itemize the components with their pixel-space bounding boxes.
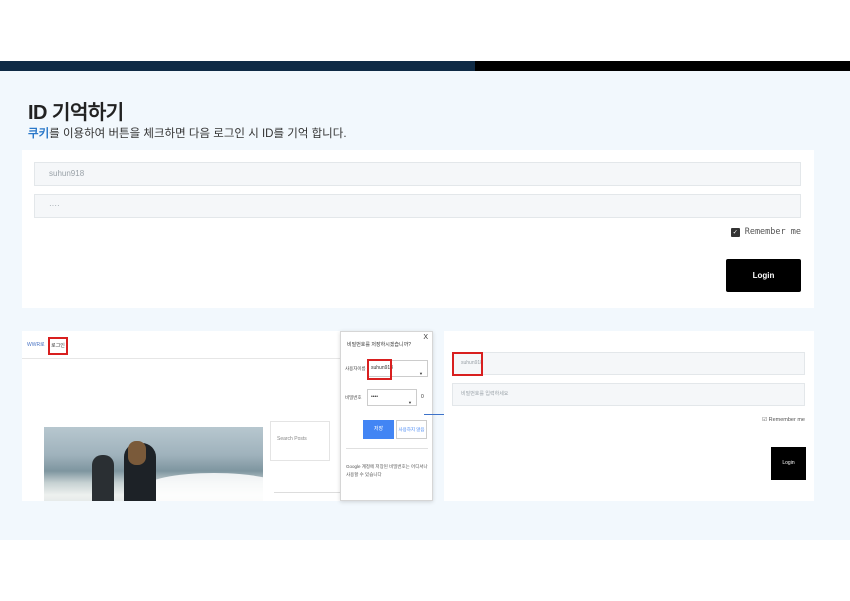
login-form-panel: suhun918 ···· ✓ Remember me Login — [22, 150, 814, 308]
red-highlight-box — [367, 359, 392, 380]
search-posts-box[interactable]: Search Posts — [270, 421, 330, 461]
login-button[interactable]: Login — [771, 447, 806, 480]
remember-me-control[interactable]: ☑ Remember me — [762, 417, 805, 423]
close-icon[interactable]: X — [423, 334, 428, 341]
hair-shape — [128, 441, 146, 465]
caret-down-icon: ▼ — [408, 400, 412, 405]
popup-password-select[interactable]: •••• ▼ — [367, 389, 417, 406]
popup-password-value: •••• — [371, 394, 379, 400]
red-highlight-box — [452, 352, 483, 376]
page-subtitle: 쿠키를 이용하여 버튼을 체크하면 다음 로그인 시 ID를 기억 합니다. — [28, 125, 347, 141]
caret-down-icon: ▼ — [419, 371, 423, 376]
subtitle-highlight: 쿠키 — [28, 128, 50, 140]
divider — [274, 492, 342, 493]
popup-note: Google 계정에 저장된 비밀번호는 어디서나 사용할 수 있습니다 — [346, 448, 428, 479]
username-field[interactable]: suhun918 — [34, 162, 801, 186]
person-silhouette — [92, 455, 114, 501]
site-header: WWR로 로그인 — [22, 331, 342, 359]
never-button[interactable]: 사용하지 않음 — [396, 420, 427, 439]
password-field[interactable]: ···· — [34, 194, 801, 218]
save-button[interactable]: 저장 — [363, 420, 394, 439]
right-screenshot-panel: suhun918 비밀번호를 입력하세요 ☑ Remember me Login — [444, 331, 814, 501]
login-button[interactable]: Login — [726, 259, 801, 292]
site-nav-text[interactable]: WWR로 — [27, 341, 45, 348]
password-field[interactable]: 비밀번호를 입력하세요 — [452, 383, 805, 406]
popup-title: 비밀번호를 저장하시겠습니까? — [347, 342, 411, 348]
popup-username-label: 사용자이름 — [345, 366, 366, 371]
login-link-highlighted[interactable]: 로그인 — [48, 337, 68, 355]
top-accent-bar — [0, 61, 850, 71]
show-password-icon[interactable]: 0 — [421, 394, 424, 400]
left-screenshot-panel: WWR로 로그인 Search Posts — [22, 331, 342, 501]
popup-password-label: 비밀번호 — [345, 395, 362, 400]
remembered-username-field[interactable]: suhun918 — [452, 352, 805, 375]
save-password-popup: 비밀번호를 저장하시겠습니까? X 사용자이름 suhun918 ▼ 비밀번호 •… — [340, 331, 433, 501]
remember-me-control[interactable]: ✓ Remember me — [730, 227, 801, 237]
checkbox-checked-icon[interactable]: ✓ — [730, 227, 740, 237]
subtitle-text: 를 이용하여 버튼을 체크하면 다음 로그인 시 ID를 기억 합니다. — [49, 128, 347, 140]
wave-shape — [144, 473, 263, 501]
arrow-right-icon — [424, 411, 449, 417]
remember-me-label: Remember me — [744, 227, 801, 237]
beach-photo — [44, 427, 263, 501]
page-title: ID 기억하기 — [28, 102, 124, 124]
top-accent-bar-left — [0, 61, 475, 71]
